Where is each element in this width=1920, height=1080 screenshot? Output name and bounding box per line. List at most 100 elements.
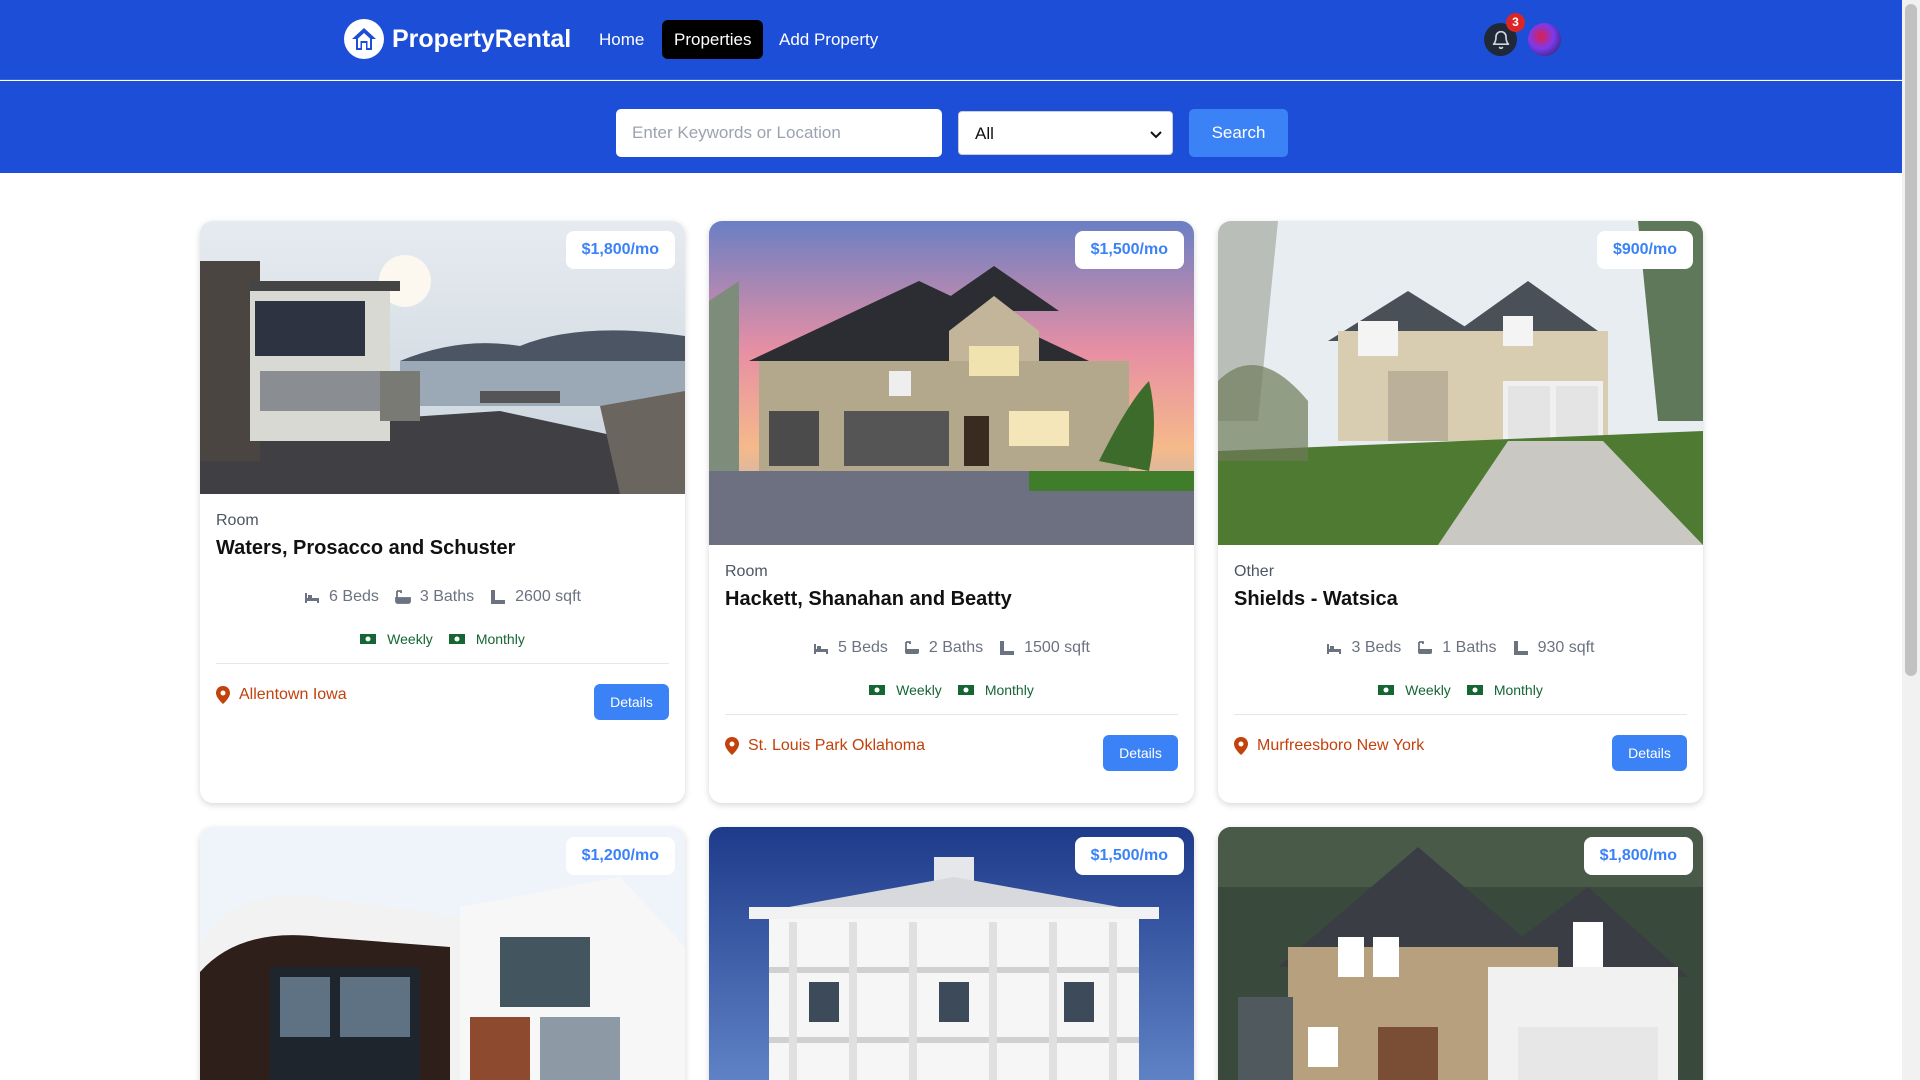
user-avatar[interactable] (1528, 23, 1561, 56)
chevron-down-icon (1150, 131, 1162, 139)
rate-weekly: Weekly (869, 682, 942, 698)
brand-name: PropertyRental (392, 24, 572, 53)
property-card: $1,200/mo (200, 827, 685, 1080)
top-navbar: PropertyRental Home Properties Add Prope… (0, 0, 1902, 80)
rate-weekly: Weekly (1378, 682, 1451, 698)
price-badge: $1,500/mo (1074, 837, 1184, 875)
card-divider (216, 663, 669, 664)
property-card: $1,500/mo (709, 827, 1194, 1080)
rental-rates: Weekly Monthly (709, 682, 1194, 698)
stat-sqft: 1500 sqft (999, 639, 1090, 657)
map-marker-icon (1234, 737, 1248, 755)
property-type: Room (725, 563, 768, 580)
property-name: Hackett, Shanahan and Beatty (725, 588, 1012, 610)
property-image[interactable] (1218, 221, 1703, 545)
money-icon (1466, 685, 1483, 695)
property-card: $1,800/mo (1218, 827, 1703, 1080)
stat-beds: 3 Beds (1326, 639, 1401, 657)
rate-weekly-label: Weekly (1405, 682, 1451, 698)
property-image[interactable] (709, 221, 1194, 545)
ruler-icon (1000, 641, 1015, 655)
bed-icon (814, 644, 829, 654)
stat-sqft: 2600 sqft (490, 588, 581, 606)
rate-monthly: Monthly (957, 682, 1034, 698)
stat-sqft: 930 sqft (1513, 639, 1595, 657)
rate-monthly: Monthly (448, 631, 525, 647)
search-input[interactable] (616, 109, 942, 157)
property-location: St. Louis Park Oklahoma (725, 737, 925, 755)
search-button[interactable]: Search (1189, 109, 1288, 157)
location-text: St. Louis Park Oklahoma (748, 737, 925, 754)
property-type: Other (1234, 563, 1275, 580)
rental-rates: Weekly Monthly (1218, 682, 1703, 698)
notification-count-badge: 3 (1506, 13, 1525, 32)
sqft-value: 2600 sqft (515, 588, 581, 605)
search-bar: All Search (0, 81, 1902, 173)
map-marker-icon (725, 737, 739, 755)
details-button[interactable]: Details (1612, 735, 1687, 771)
price-badge: $1,500/mo (1074, 231, 1184, 269)
sqft-value: 1500 sqft (1024, 639, 1090, 656)
location-text: Allentown Iowa (239, 686, 347, 703)
price-badge: $1,200/mo (565, 837, 675, 875)
money-icon (957, 685, 974, 695)
card-divider (725, 714, 1178, 715)
price-badge: $1,800/mo (565, 231, 675, 269)
nav-properties-link[interactable]: Properties (662, 20, 764, 59)
rate-weekly: Weekly (360, 631, 433, 647)
ruler-icon (491, 590, 506, 604)
bell-icon (1492, 30, 1509, 49)
beds-value: 5 Beds (838, 639, 888, 656)
map-marker-icon (216, 686, 230, 704)
location-text: Murfreesboro New York (1257, 737, 1425, 754)
property-location: Murfreesboro New York (1234, 737, 1424, 755)
stat-baths: 2 Baths (904, 639, 983, 657)
rate-weekly-label: Weekly (896, 682, 942, 698)
stat-baths: 3 Baths (394, 588, 475, 606)
property-type: Room (216, 512, 259, 529)
property-type-select[interactable]: All (958, 111, 1173, 155)
bath-icon (1418, 641, 1433, 654)
details-button[interactable]: Details (1103, 735, 1178, 771)
property-name: Waters, Prosacco and Schuster (216, 537, 516, 559)
brand-logo-link[interactable]: PropertyRental (344, 19, 571, 59)
baths-value: 1 Baths (1442, 639, 1497, 656)
rate-monthly-label: Monthly (475, 631, 525, 647)
details-button[interactable]: Details (594, 684, 669, 720)
property-card: $1,800/mo Room Waters, Prosacco and Schu… (200, 221, 685, 803)
home-logo-icon (344, 19, 384, 59)
money-icon (869, 685, 886, 695)
nav-home-link[interactable]: Home (587, 20, 656, 59)
property-card: $1,500/mo Room Hackett, Shanahan and Bea… (709, 221, 1194, 803)
rate-monthly: Monthly (1466, 682, 1543, 698)
stat-baths: 1 Baths (1417, 639, 1497, 657)
baths-value: 2 Baths (928, 639, 984, 656)
sqft-value: 930 sqft (1537, 639, 1595, 656)
property-stats: 6 Beds 3 Baths 2600 sqft (200, 588, 685, 606)
card-divider (1234, 714, 1687, 715)
stat-beds: 6 Beds (304, 588, 379, 606)
bed-icon (305, 593, 320, 603)
rate-monthly-label: Monthly (1493, 682, 1543, 698)
property-type-selected: All (975, 124, 994, 143)
money-icon (1378, 685, 1395, 695)
price-badge: $1,800/mo (1583, 837, 1693, 875)
baths-value: 3 Baths (419, 588, 475, 605)
ruler-icon (1513, 641, 1528, 655)
nav-add-property-link[interactable]: Add Property (767, 20, 890, 59)
rate-weekly-label: Weekly (387, 631, 433, 647)
property-card: $900/mo Other Shields - Watsica 3 Beds 1… (1218, 221, 1703, 803)
beds-value: 3 Beds (1351, 639, 1402, 656)
money-icon (360, 634, 377, 644)
rental-rates: Weekly Monthly (200, 631, 685, 647)
property-location: Allentown Iowa (216, 686, 347, 704)
beds-value: 6 Beds (329, 588, 379, 605)
stat-beds: 5 Beds (813, 639, 888, 657)
scrollbar-thumb[interactable] (1905, 4, 1917, 676)
bath-icon (394, 590, 411, 604)
bath-icon (904, 641, 919, 654)
price-badge: $900/mo (1596, 231, 1693, 269)
property-name: Shields - Watsica (1234, 588, 1398, 610)
bed-icon (1327, 644, 1342, 654)
rate-monthly-label: Monthly (984, 682, 1034, 698)
